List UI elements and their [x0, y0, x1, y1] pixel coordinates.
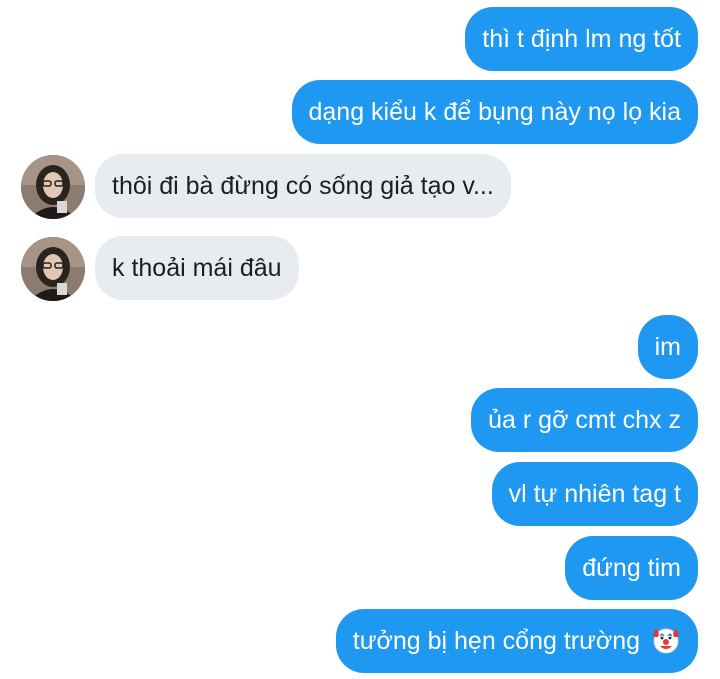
message-bubble-outgoing[interactable]: im: [637, 315, 698, 379]
message-bubble-outgoing[interactable]: đứng tim: [565, 536, 698, 600]
contact-avatar[interactable]: [21, 237, 85, 301]
message-text: k thoải mái đâu: [112, 254, 282, 282]
clown-face-icon: [651, 615, 681, 654]
message-bubble-outgoing[interactable]: vl tự nhiên tag t: [491, 462, 698, 526]
message-text: đứng tim: [582, 554, 681, 582]
message-text: im: [654, 333, 681, 361]
avatar-photo: [21, 237, 85, 301]
message-bubble-incoming[interactable]: k thoải mái đâu: [95, 236, 299, 300]
message-bubble-outgoing[interactable]: ủa r gỡ cmt chx z: [471, 388, 698, 452]
message-text: thôi đi bà đừng có sống giả tạo v...: [112, 172, 494, 200]
message-bubble-incoming[interactable]: thôi đi bà đừng có sống giả tạo v...: [95, 154, 511, 218]
message-text: dạng kiểu k để bụng này nọ lọ kia: [308, 98, 682, 126]
message-bubble-outgoing[interactable]: thì t định lm ng tốt: [465, 7, 698, 71]
message-text: ủa r gỡ cmt chx z: [488, 406, 681, 434]
message-text: vl tự nhiên tag t: [508, 480, 681, 508]
contact-avatar[interactable]: [21, 155, 85, 219]
message-text: thì t định lm ng tốt: [482, 25, 681, 53]
avatar-photo: [21, 155, 85, 219]
message-bubble-outgoing[interactable]: tưởng bị hẹn cổng trường: [335, 609, 698, 673]
message-bubble-outgoing[interactable]: dạng kiểu k để bụng này nọ lọ kia: [291, 80, 698, 144]
message-text: tưởng bị hẹn cổng trường: [352, 627, 641, 655]
